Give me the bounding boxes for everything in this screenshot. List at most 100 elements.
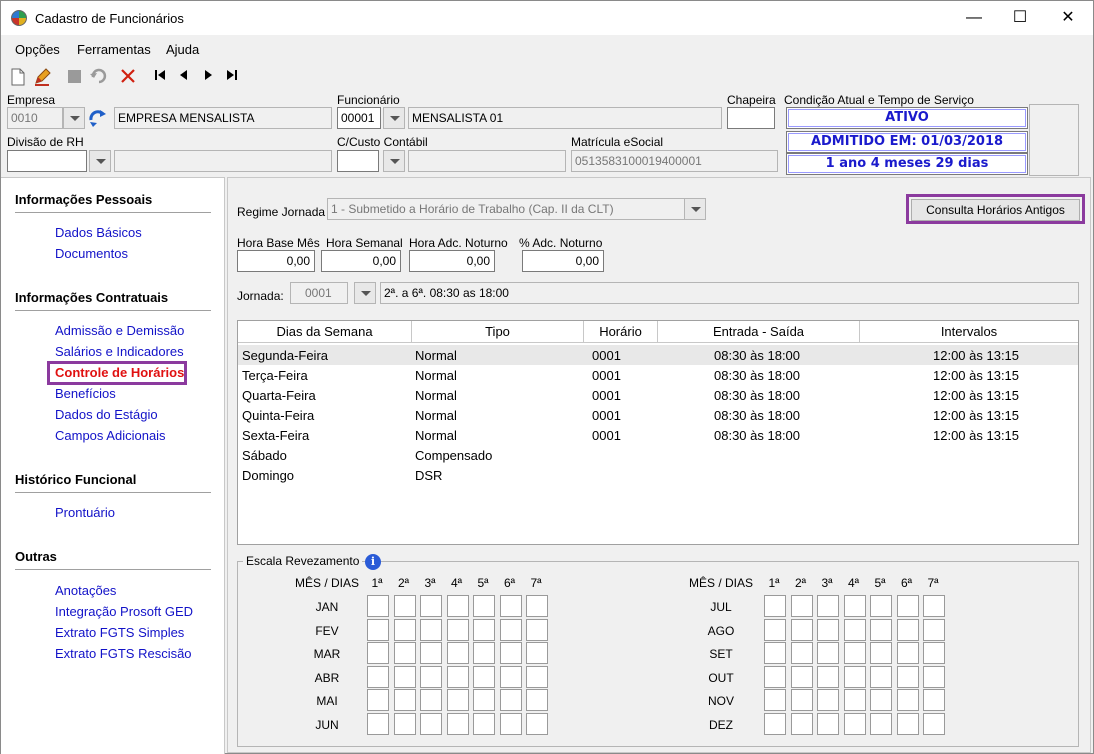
swap-company-icon[interactable] [87, 108, 111, 130]
escala-day-cell[interactable] [817, 665, 839, 688]
sidebar-item-beneficios[interactable]: Benefícios [55, 386, 116, 401]
escala-day-cell[interactable] [393, 618, 416, 641]
escala-day-cell[interactable] [896, 642, 919, 664]
escala-day-cell[interactable] [843, 712, 866, 735]
escala-day-cell[interactable] [393, 665, 416, 688]
escala-day-cell[interactable] [817, 712, 839, 735]
hora-semanal-field[interactable]: 0,00 [321, 250, 401, 272]
escala-day-cell[interactable] [420, 618, 442, 641]
hora-base-field[interactable]: 0,00 [237, 250, 315, 272]
escala-day-cell[interactable] [499, 665, 522, 688]
escala-day-cell[interactable] [473, 689, 495, 711]
sidebar-item-controle-horarios[interactable]: Controle de Horários [55, 365, 184, 380]
info-icon[interactable]: i [365, 554, 381, 570]
escala-day-cell[interactable] [843, 689, 866, 711]
escala-day-cell[interactable] [446, 595, 469, 617]
previous-record-icon[interactable] [175, 68, 193, 86]
delete-icon[interactable] [119, 68, 137, 86]
table-row[interactable]: Quinta-Feira Normal 0001 08:30 às 18:00 12:0… [238, 407, 1078, 427]
escala-day-cell[interactable] [870, 642, 892, 664]
escala-day-cell[interactable] [790, 665, 813, 688]
escala-day-cell[interactable] [790, 712, 813, 735]
escala-day-cell[interactable] [420, 712, 442, 735]
escala-day-cell[interactable] [764, 595, 786, 617]
divisao-dropdown-button[interactable] [89, 150, 111, 172]
escala-day-cell[interactable] [896, 712, 919, 735]
escala-day-cell[interactable] [790, 689, 813, 711]
escala-day-cell[interactable] [526, 595, 548, 617]
save-disabled-icon[interactable] [65, 68, 83, 86]
sidebar-item-prontuario[interactable]: Prontuário [55, 505, 115, 520]
menu-ajuda[interactable]: Ajuda [166, 42, 199, 57]
escala-day-cell[interactable] [526, 642, 548, 664]
escala-day-cell[interactable] [817, 595, 839, 617]
escala-day-cell[interactable] [843, 595, 866, 617]
escala-day-cell[interactable] [420, 665, 442, 688]
escala-day-cell[interactable] [446, 689, 469, 711]
escala-day-cell[interactable] [764, 665, 786, 688]
minimize-button[interactable]: — [951, 1, 997, 35]
escala-day-cell[interactable] [843, 618, 866, 641]
sidebar-item-admissao[interactable]: Admissão e Demissão [55, 323, 184, 338]
escala-day-cell[interactable] [923, 665, 945, 688]
next-record-icon[interactable] [199, 68, 217, 86]
last-record-icon[interactable] [223, 68, 241, 86]
escala-day-cell[interactable] [764, 618, 786, 641]
sidebar-item-campos-adicionais[interactable]: Campos Adicionais [55, 428, 166, 443]
escala-day-cell[interactable] [499, 595, 522, 617]
escala-day-cell[interactable] [367, 618, 389, 641]
escala-day-cell[interactable] [393, 595, 416, 617]
escala-day-cell[interactable] [499, 642, 522, 664]
undo-icon[interactable] [89, 68, 107, 86]
table-row[interactable]: Terça-Feira Normal 0001 08:30 às 18:00 12:00… [238, 367, 1078, 387]
escala-day-cell[interactable] [473, 642, 495, 664]
escala-day-cell[interactable] [870, 595, 892, 617]
custo-dropdown-button[interactable] [383, 150, 405, 172]
escala-day-cell[interactable] [923, 618, 945, 641]
regime-select[interactable]: 1 - Submetido a Horário de Trabalho (Cap… [327, 198, 685, 220]
escala-day-cell[interactable] [923, 689, 945, 711]
table-row[interactable]: Domingo DSR [238, 467, 1078, 487]
regime-dropdown-button[interactable] [684, 198, 706, 220]
escala-day-cell[interactable] [473, 595, 495, 617]
escala-day-cell[interactable] [446, 712, 469, 735]
escala-day-cell[interactable] [870, 618, 892, 641]
table-row[interactable]: Segunda-Feira Normal 0001 08:30 às 18:00 12:… [238, 347, 1078, 367]
escala-day-cell[interactable] [817, 618, 839, 641]
escala-day-cell[interactable] [870, 665, 892, 688]
sidebar-item-integracao-ged[interactable]: Integração Prosoft GED [55, 604, 193, 619]
sidebar-item-dados-basicos[interactable]: Dados Básicos [55, 225, 142, 240]
escala-day-cell[interactable] [526, 618, 548, 641]
empresa-code-field[interactable]: 0010 [7, 107, 63, 129]
escala-day-cell[interactable] [473, 712, 495, 735]
new-document-icon[interactable] [9, 68, 27, 86]
escala-day-cell[interactable] [526, 689, 548, 711]
first-record-icon[interactable] [151, 68, 169, 86]
escala-day-cell[interactable] [446, 618, 469, 641]
column-header-intervalos[interactable]: Intervalos [860, 321, 1078, 343]
column-header-entrada-saida[interactable]: Entrada - Saída [658, 321, 860, 343]
escala-day-cell[interactable] [526, 712, 548, 735]
escala-day-cell[interactable] [393, 712, 416, 735]
escala-day-cell[interactable] [499, 689, 522, 711]
escala-day-cell[interactable] [420, 642, 442, 664]
escala-day-cell[interactable] [896, 618, 919, 641]
table-row[interactable]: Quarta-Feira Normal 0001 08:30 às 18:00 12:0… [238, 387, 1078, 407]
escala-day-cell[interactable] [499, 618, 522, 641]
funcionario-code-field[interactable]: 00001 [337, 107, 381, 129]
column-header-dias[interactable]: Dias da Semana [238, 321, 412, 343]
escala-day-cell[interactable] [870, 712, 892, 735]
escala-day-cell[interactable] [367, 665, 389, 688]
photo-box[interactable] [1029, 104, 1079, 176]
escala-day-cell[interactable] [764, 689, 786, 711]
escala-day-cell[interactable] [393, 642, 416, 664]
escala-day-cell[interactable] [473, 665, 495, 688]
escala-day-cell[interactable] [367, 712, 389, 735]
custo-code-field[interactable] [337, 150, 379, 172]
menu-ferramentas[interactable]: Ferramentas [77, 42, 151, 57]
chapeira-field[interactable] [727, 107, 775, 129]
escala-day-cell[interactable] [367, 689, 389, 711]
table-row[interactable]: Sexta-Feira Normal 0001 08:30 às 18:00 12:00… [238, 427, 1078, 447]
escala-day-cell[interactable] [367, 642, 389, 664]
empresa-dropdown-button[interactable] [63, 107, 85, 129]
